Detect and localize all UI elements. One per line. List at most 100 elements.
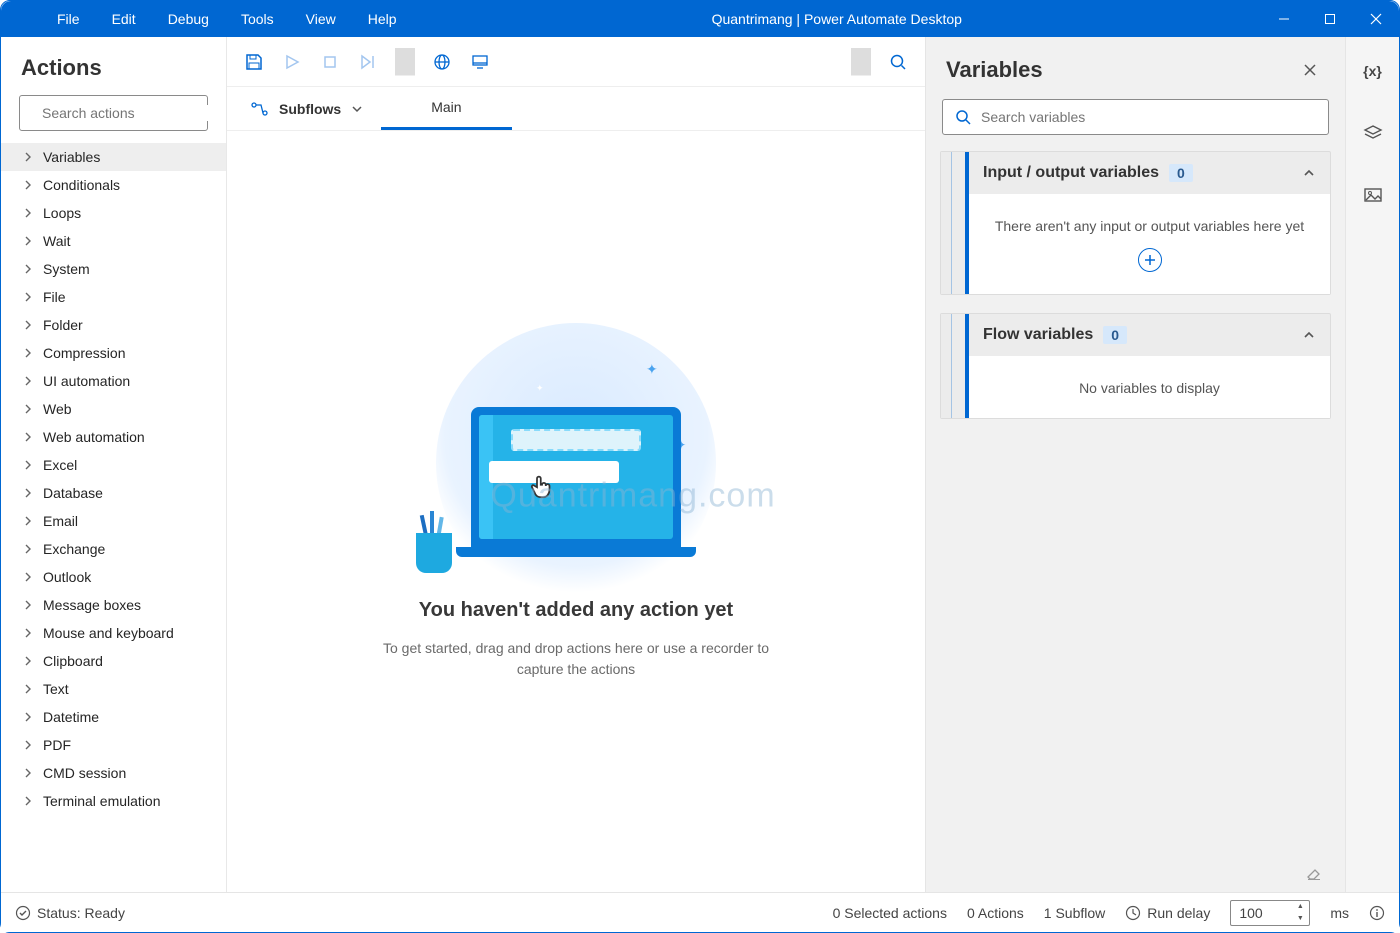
action-category-item[interactable]: Message boxes xyxy=(1,591,226,619)
rail-ui-elements-button[interactable] xyxy=(1355,115,1391,151)
chevron-down-icon xyxy=(351,103,363,115)
action-category-item[interactable]: Outlook xyxy=(1,563,226,591)
window-title: Quantrimang | Power Automate Desktop xyxy=(413,11,1261,27)
stop-button[interactable] xyxy=(313,45,347,79)
save-button[interactable] xyxy=(237,45,271,79)
variables-panel: Variables Input / output variables 0 The… xyxy=(925,37,1345,892)
action-category-item[interactable]: System xyxy=(1,255,226,283)
chevron-right-icon xyxy=(23,740,33,750)
minimize-icon xyxy=(1278,13,1290,25)
chevron-right-icon xyxy=(23,152,33,162)
action-category-label: Conditionals xyxy=(43,177,120,193)
action-category-item[interactable]: Variables xyxy=(1,143,226,171)
tab-main[interactable]: Main xyxy=(381,87,511,130)
action-category-label: Exchange xyxy=(43,541,105,557)
action-category-item[interactable]: Conditionals xyxy=(1,171,226,199)
rail-images-button[interactable] xyxy=(1355,177,1391,213)
canvas-empty-state[interactable]: ✦ ✦ ✦ ✦ xyxy=(227,131,925,892)
chevron-right-icon xyxy=(23,516,33,526)
chevron-right-icon xyxy=(23,488,33,498)
variables-search-input[interactable] xyxy=(981,109,1316,125)
action-category-item[interactable]: Compression xyxy=(1,339,226,367)
menu-help[interactable]: Help xyxy=(352,3,413,35)
action-category-item[interactable]: Email xyxy=(1,507,226,535)
chevron-right-icon xyxy=(23,712,33,722)
io-variables-header[interactable]: Input / output variables 0 xyxy=(969,152,1330,194)
io-variables-label: Input / output variables xyxy=(983,164,1159,182)
delay-decrease[interactable]: ▼ xyxy=(1293,913,1307,925)
action-category-item[interactable]: CMD session xyxy=(1,759,226,787)
subflows-label: Subflows xyxy=(279,101,341,117)
action-category-item[interactable]: Database xyxy=(1,479,226,507)
action-category-item[interactable]: Loops xyxy=(1,199,226,227)
chevron-right-icon xyxy=(23,236,33,246)
eraser-button[interactable] xyxy=(1305,864,1323,882)
desktop-recorder-button[interactable] xyxy=(463,45,497,79)
status-info-button[interactable] xyxy=(1369,905,1385,921)
flow-variables-count: 0 xyxy=(1103,326,1127,344)
close-icon xyxy=(1370,13,1382,25)
run-next-button[interactable] xyxy=(351,45,385,79)
minimize-button[interactable] xyxy=(1261,1,1307,37)
maximize-icon xyxy=(1324,13,1336,25)
action-category-item[interactable]: Clipboard xyxy=(1,647,226,675)
action-category-label: Variables xyxy=(43,149,100,165)
chevron-right-icon xyxy=(23,600,33,610)
menu-view[interactable]: View xyxy=(290,3,352,35)
run-button[interactable] xyxy=(275,45,309,79)
menu-edit[interactable]: Edit xyxy=(96,3,152,35)
action-category-item[interactable]: Web xyxy=(1,395,226,423)
menu-debug[interactable]: Debug xyxy=(152,3,225,35)
close-button[interactable] xyxy=(1353,1,1399,37)
action-category-label: Text xyxy=(43,681,69,697)
titlebar: File Edit Debug Tools View Help Quantrim… xyxy=(1,1,1399,37)
delay-increase[interactable]: ▲ xyxy=(1293,901,1307,913)
actions-panel-title: Actions xyxy=(1,37,226,95)
search-flow-button[interactable] xyxy=(881,45,915,79)
actions-search[interactable] xyxy=(19,95,208,131)
maximize-button[interactable] xyxy=(1307,1,1353,37)
status-ms-label: ms xyxy=(1330,905,1349,921)
toolbar-divider xyxy=(395,48,415,76)
actions-search-input[interactable] xyxy=(42,105,223,121)
action-category-item[interactable]: Text xyxy=(1,675,226,703)
chevron-up-icon xyxy=(1302,166,1316,180)
actions-category-list[interactable]: Variables Conditionals LoopsWaitSystemFile… xyxy=(1,143,226,892)
flow-variables-header[interactable]: Flow variables 0 xyxy=(969,314,1330,356)
clock-icon xyxy=(1125,905,1141,921)
action-category-item[interactable]: File xyxy=(1,283,226,311)
action-category-item[interactable]: Exchange xyxy=(1,535,226,563)
chevron-right-icon xyxy=(23,320,33,330)
rail-variables-button[interactable]: {x} xyxy=(1355,53,1391,89)
action-category-item[interactable]: Folder xyxy=(1,311,226,339)
add-io-variable-button[interactable] xyxy=(1138,248,1162,272)
close-icon xyxy=(1303,63,1317,77)
menu-file[interactable]: File xyxy=(41,3,96,35)
close-variables-button[interactable] xyxy=(1295,55,1325,85)
action-category-item[interactable]: Terminal emulation xyxy=(1,787,226,815)
action-category-label: PDF xyxy=(43,737,71,753)
menu-tools[interactable]: Tools xyxy=(225,3,290,35)
action-category-item[interactable]: PDF xyxy=(1,731,226,759)
run-delay-input[interactable]: 100 ▲ ▼ xyxy=(1230,900,1310,926)
stop-icon xyxy=(323,55,337,69)
subflows-dropdown[interactable]: Subflows xyxy=(233,87,381,130)
action-category-label: Folder xyxy=(43,317,83,333)
flow-variables-empty-text: No variables to display xyxy=(1079,380,1220,396)
status-ready: Status: Ready xyxy=(15,905,125,921)
chevron-right-icon xyxy=(23,684,33,694)
toolbar-divider-2 xyxy=(851,48,871,76)
chevron-right-icon xyxy=(23,432,33,442)
action-category-item[interactable]: Wait xyxy=(1,227,226,255)
action-category-label: UI automation xyxy=(43,373,130,389)
action-category-item[interactable]: Excel xyxy=(1,451,226,479)
braces-icon: {x} xyxy=(1363,63,1382,79)
io-variables-section: Input / output variables 0 There aren't … xyxy=(940,151,1331,295)
web-recorder-button[interactable] xyxy=(425,45,459,79)
variables-search[interactable] xyxy=(942,99,1329,135)
action-category-item[interactable]: Datetime xyxy=(1,703,226,731)
actions-panel: Actions Variables Conditionals LoopsWaitSy… xyxy=(1,37,227,892)
action-category-item[interactable]: UI automation xyxy=(1,367,226,395)
action-category-item[interactable]: Mouse and keyboard xyxy=(1,619,226,647)
action-category-item[interactable]: Web automation xyxy=(1,423,226,451)
